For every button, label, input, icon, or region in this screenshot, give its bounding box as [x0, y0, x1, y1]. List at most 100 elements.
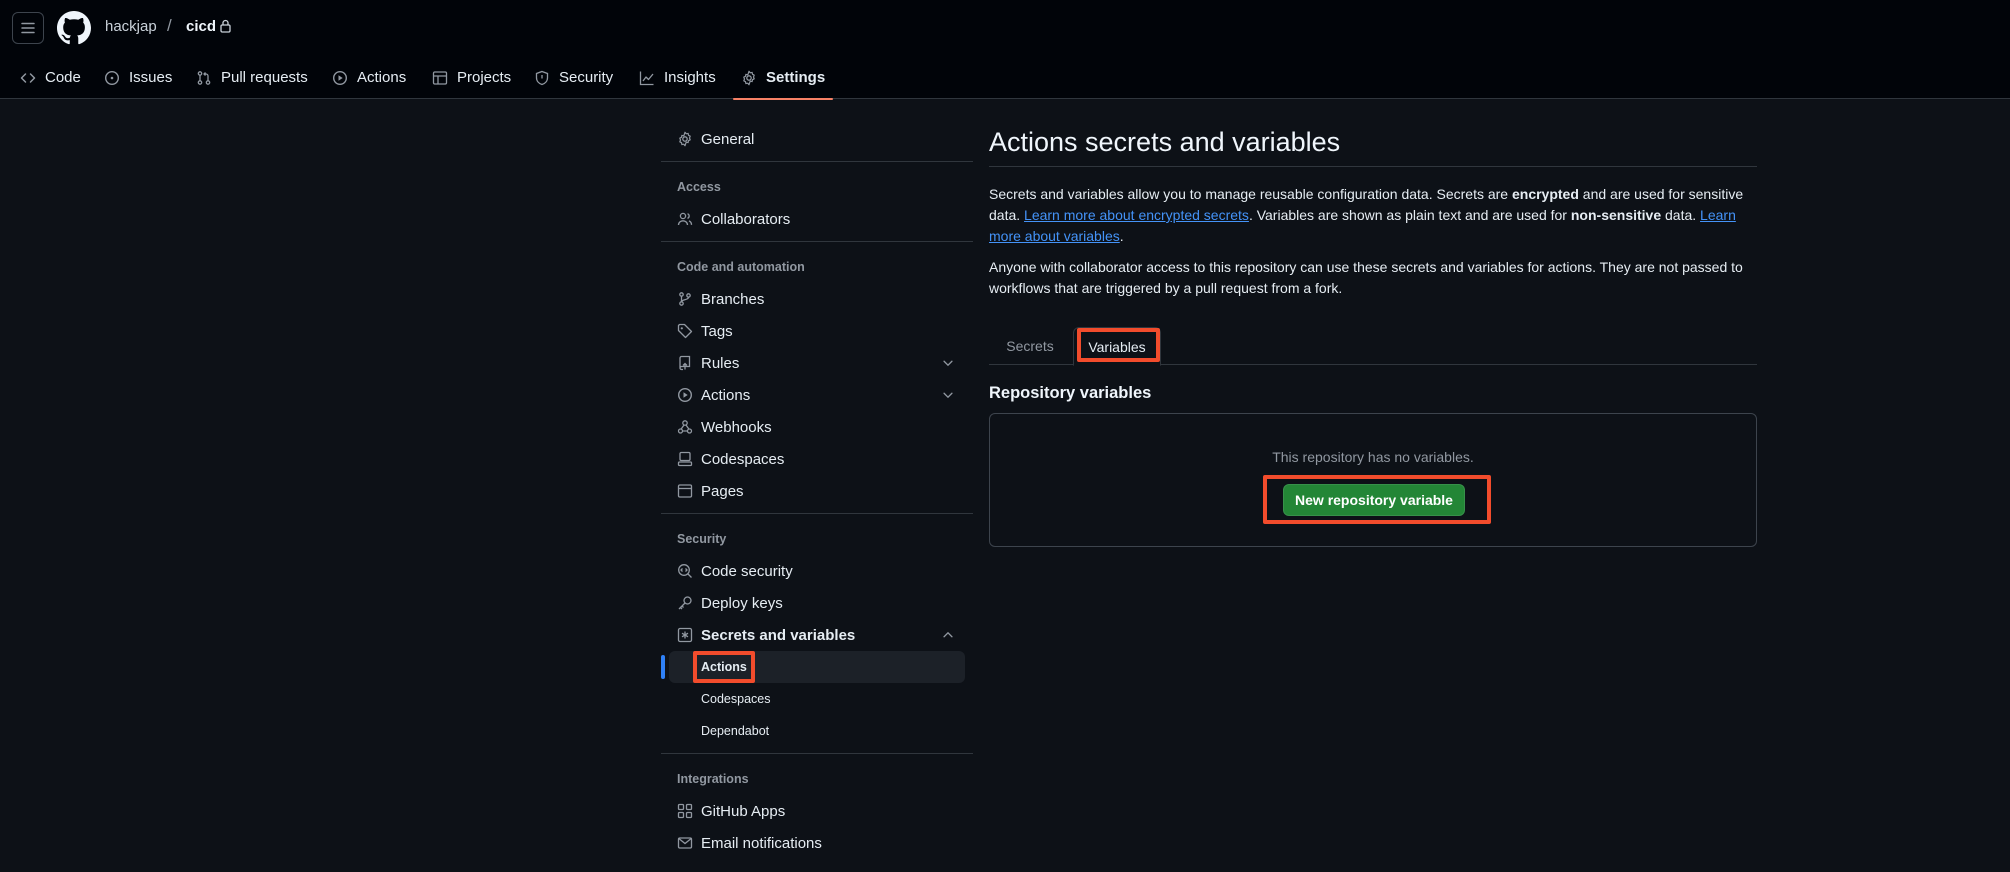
sidebar-item-label: Secrets and variables — [701, 626, 856, 644]
repo-tab-nav: Code Issues Pull requests Actions Projec… — [0, 56, 2010, 100]
intro-paragraph: Secrets and variables allow you to manag… — [989, 184, 1757, 247]
tab-pull-requests[interactable]: Pull requests — [196, 56, 308, 99]
issue-opened-icon — [104, 70, 120, 85]
tab-projects[interactable]: Projects — [432, 56, 511, 99]
highlight-box-new-variable — [1263, 475, 1491, 524]
sidebar-item-deploy-keys[interactable]: Deploy keys — [661, 587, 973, 619]
intro-encrypted: encrypted — [1511, 186, 1579, 202]
sidebar-item-label: General — [701, 130, 755, 148]
sidebar-group-code-automation: Code and automation — [677, 260, 805, 274]
chevron-up-icon[interactable] — [941, 628, 955, 642]
link-encrypted-secrets[interactable]: Learn more about encrypted secrets — [1024, 207, 1249, 223]
sidebar-subitem-label: Codespaces — [701, 692, 771, 706]
sidebar-item-email-notifications[interactable]: Email notifications — [661, 827, 973, 859]
breadcrumb-repo[interactable]: cicd — [186, 18, 216, 35]
mail-icon — [677, 837, 693, 849]
tab-code[interactable]: Code — [20, 56, 81, 99]
sidebar-item-label: Codespaces — [701, 450, 785, 468]
breadcrumb-separator: / — [167, 16, 172, 35]
breadcrumb-owner[interactable]: hackjap — [105, 18, 157, 35]
tab-insights[interactable]: Insights — [639, 56, 716, 99]
sidebar-item-rules[interactable]: Rules — [661, 347, 973, 379]
browser-icon — [677, 484, 693, 498]
tab-issues[interactable]: Issues — [104, 56, 172, 99]
sidebar-item-code-security[interactable]: Code security — [661, 555, 973, 587]
app-header: hackjap / cicd Code Issues Pull requests… — [0, 0, 2010, 100]
access-note: Anyone with collaborator access to this … — [989, 259, 1743, 296]
tab-actions[interactable]: Actions — [332, 56, 406, 99]
tab-settings-label: Settings — [766, 69, 826, 86]
title-divider — [989, 166, 1757, 167]
gear-icon — [679, 131, 691, 147]
play-icon — [677, 387, 693, 403]
intro-text: . — [1119, 228, 1124, 244]
codescan-icon — [678, 564, 692, 578]
sidebar-group-access: Access — [677, 180, 721, 194]
code-icon — [20, 72, 36, 83]
key-asterisk-icon — [677, 627, 693, 643]
git-pull-request-icon — [197, 70, 211, 85]
sidebar-subitem-codespaces[interactable]: Codespaces — [669, 683, 965, 715]
sidebar-item-general[interactable]: General — [661, 123, 973, 155]
sidebar-divider — [661, 753, 973, 754]
sidebar-item-webhooks[interactable]: Webhooks — [661, 411, 973, 443]
apps-icon — [677, 803, 693, 819]
sidebar-item-label: Actions — [701, 386, 751, 404]
sidebar-item-label: Deploy keys — [701, 594, 783, 612]
sidebar-item-label: GitHub Apps — [701, 802, 786, 820]
sidebar-item-label: Webhooks — [701, 418, 772, 436]
sidebar-item-label: Rules — [701, 354, 740, 372]
tab-insights-label: Insights — [664, 69, 716, 86]
people-icon — [677, 212, 693, 226]
tab-pull-requests-label: Pull requests — [221, 69, 308, 86]
sidebar-item-label: Email notifications — [701, 834, 822, 852]
sidebar-group-integrations: Integrations — [677, 772, 749, 786]
key-icon — [678, 596, 692, 610]
active-indicator-bar — [661, 655, 665, 679]
sidebar-item-actions[interactable]: Actions — [661, 379, 973, 411]
table-icon — [432, 70, 448, 85]
sidebar-item-tags[interactable]: Tags — [661, 315, 973, 347]
intro-text: data. — [1661, 207, 1701, 223]
tab-security[interactable]: Security — [534, 56, 613, 99]
git-branch-icon — [679, 292, 691, 306]
graph-icon — [639, 71, 654, 85]
webhook-icon — [677, 420, 693, 434]
sidebar-item-collaborators[interactable]: Collaborators — [661, 203, 973, 235]
section-title: Repository variables — [989, 384, 1152, 402]
sidebar-item-label: Tags — [701, 322, 733, 340]
codespaces-icon — [677, 451, 693, 467]
sidebar-divider — [661, 161, 973, 162]
sidebar-item-label: Code security — [701, 562, 793, 580]
sidebar-item-branches[interactable]: Branches — [661, 283, 973, 315]
tab-actions-label: Actions — [357, 69, 407, 86]
sidebar-subitem-dependabot[interactable]: Dependabot — [669, 715, 965, 747]
play-icon — [332, 70, 348, 85]
intro-text: . Variables are shown as plain text and … — [1248, 207, 1571, 223]
highlight-box-variables — [1077, 328, 1160, 362]
sidebar-divider — [661, 513, 973, 514]
tab-settings[interactable]: Settings — [732, 56, 834, 100]
highlight-box-actions — [693, 651, 755, 683]
sidebar-item-github-apps[interactable]: GitHub Apps — [661, 795, 973, 827]
tab-secrets[interactable]: Secrets — [989, 327, 1071, 365]
hamburger-icon — [21, 22, 35, 34]
sidebar-item-label: Branches — [701, 290, 765, 308]
menu-button[interactable] — [12, 12, 44, 44]
empty-state-text: This repository has no variables. — [1272, 449, 1474, 465]
tab-issues-label: Issues — [129, 69, 173, 86]
tag-icon — [677, 323, 693, 339]
intro-non-sensitive: non-sensitive — [1570, 207, 1662, 223]
page-title: Actions secrets and variables — [989, 127, 1341, 157]
sidebar-group-security: Security — [677, 532, 727, 546]
sidebar-item-secrets-and-variables[interactable]: Secrets and variables — [661, 619, 973, 651]
sidebar-item-codespaces[interactable]: Codespaces — [661, 443, 973, 475]
chevron-down-icon[interactable] — [941, 356, 955, 370]
variables-empty-box: This repository has no variables. New re… — [989, 413, 1757, 547]
tab-security-label: Security — [559, 69, 614, 86]
sidebar-item-pages[interactable]: Pages — [661, 475, 973, 507]
chevron-down-icon[interactable] — [941, 388, 955, 402]
github-logo-icon[interactable] — [57, 11, 91, 45]
sidebar-divider — [661, 241, 973, 242]
shield-icon — [535, 70, 549, 85]
